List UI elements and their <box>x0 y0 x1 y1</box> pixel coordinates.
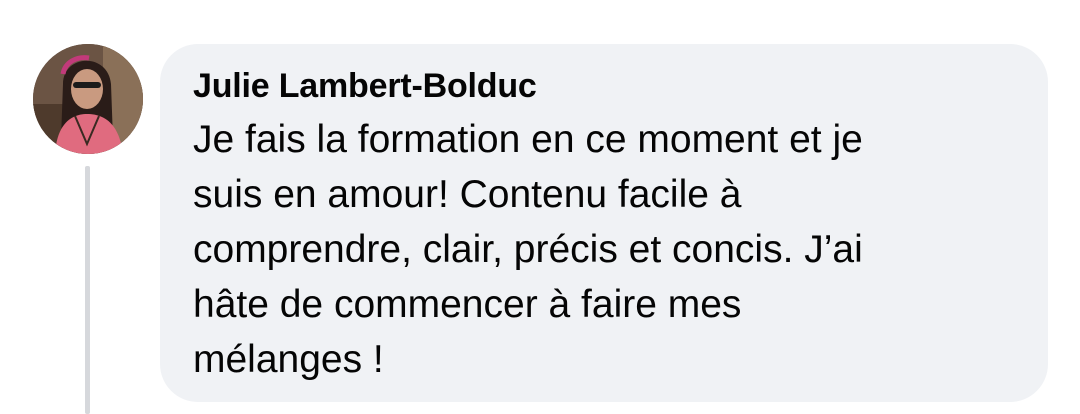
comment-thread: Julie Lambert-Bolduc Je fais la formatio… <box>0 0 1080 414</box>
profile-photo-icon <box>33 44 143 154</box>
avatar[interactable] <box>33 44 143 154</box>
comment-bubble: Julie Lambert-Bolduc Je fais la formatio… <box>160 44 1048 402</box>
reply-thread-line <box>85 166 90 414</box>
comment-text: Je fais la formation en ce moment et je … <box>193 118 863 381</box>
comment-author-name[interactable]: Julie Lambert-Bolduc <box>193 66 1008 106</box>
